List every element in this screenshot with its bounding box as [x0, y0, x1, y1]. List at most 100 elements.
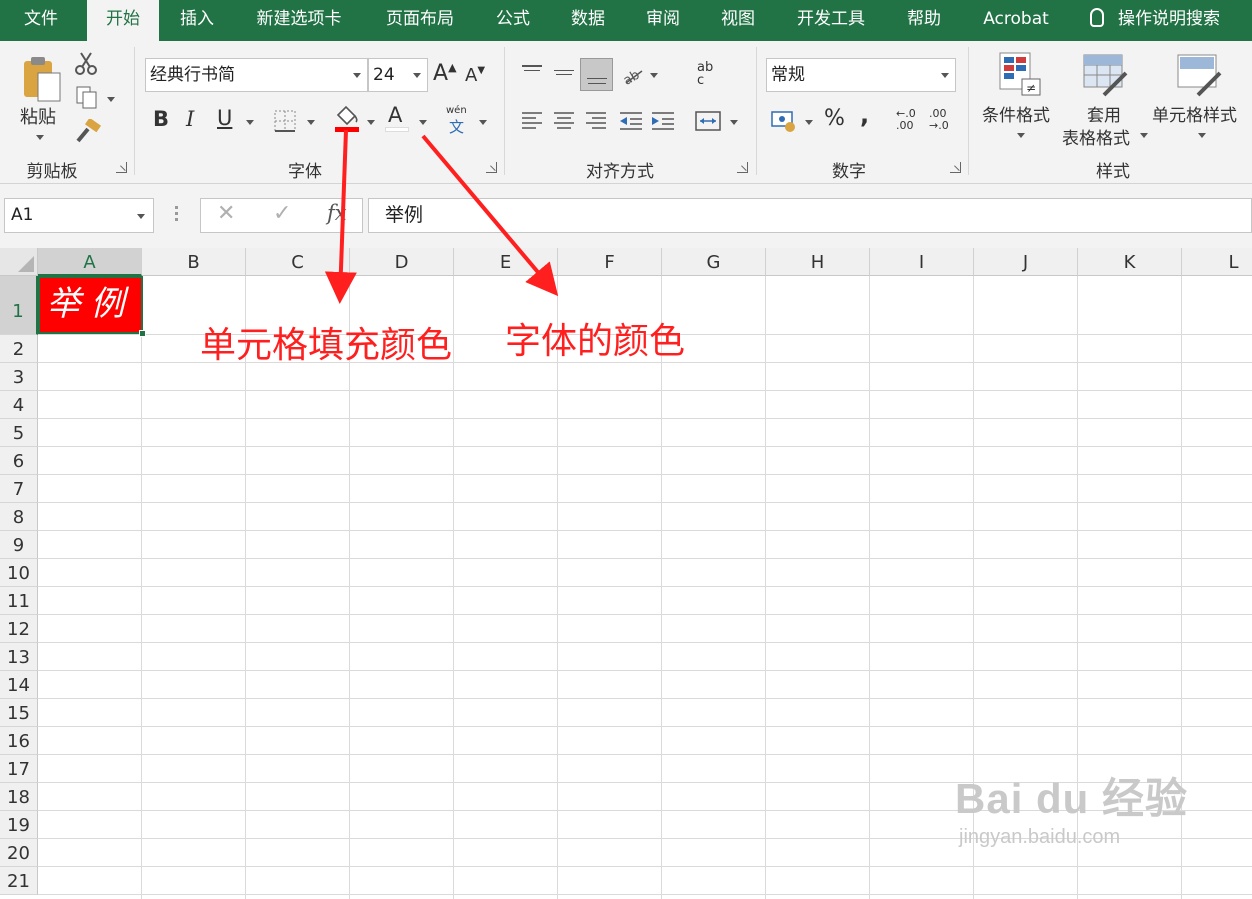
chevron-down-icon[interactable]: [246, 120, 254, 125]
font-size-select[interactable]: 24: [368, 58, 428, 92]
align-center-icon[interactable]: [552, 109, 576, 133]
select-all-button[interactable]: [0, 248, 38, 276]
row-header-1[interactable]: 1: [0, 276, 38, 335]
tab-review[interactable]: 审阅: [633, 0, 693, 41]
row-header-21[interactable]: 21: [0, 867, 38, 895]
comma-style-button[interactable]: ,: [860, 101, 869, 129]
chevron-down-icon[interactable]: [805, 120, 813, 125]
column-header-a[interactable]: A: [38, 248, 142, 276]
tab-view[interactable]: 视图: [708, 0, 768, 41]
decrease-decimal-button[interactable]: .00 →.0: [929, 108, 955, 132]
align-top-icon[interactable]: [518, 59, 550, 91]
dialog-launcher-icon[interactable]: [486, 162, 497, 173]
tab-acrobat[interactable]: Acrobat: [970, 0, 1062, 41]
borders-icon[interactable]: [273, 109, 297, 133]
align-right-icon[interactable]: [584, 109, 608, 133]
row-header-4[interactable]: 4: [0, 391, 38, 419]
increase-indent-icon[interactable]: [650, 109, 676, 133]
row-header-16[interactable]: 16: [0, 727, 38, 755]
name-box[interactable]: A1: [4, 198, 154, 233]
grow-font-button[interactable]: A▲: [433, 61, 457, 86]
column-header-d[interactable]: D: [350, 248, 454, 276]
tab-home[interactable]: 开始: [87, 0, 159, 41]
column-header-i[interactable]: I: [870, 248, 974, 276]
row-header-12[interactable]: 12: [0, 615, 38, 643]
wrap-text-button[interactable]: ab c: [697, 61, 723, 91]
align-middle-icon[interactable]: [550, 59, 582, 91]
increase-decimal-button[interactable]: ←.0 .00: [896, 108, 922, 132]
align-bottom-icon[interactable]: [580, 58, 613, 91]
chevron-down-icon[interactable]: [419, 120, 427, 125]
font-color-button[interactable]: A: [385, 103, 411, 135]
accounting-format-icon[interactable]: [770, 109, 798, 133]
formula-bar-grip-icon[interactable]: [175, 206, 179, 224]
column-header-h[interactable]: H: [766, 248, 870, 276]
tab-insert[interactable]: 插入: [164, 0, 230, 41]
copy-icon[interactable]: [75, 85, 101, 111]
underline-button[interactable]: U: [217, 106, 232, 130]
chevron-down-icon[interactable]: [367, 120, 375, 125]
phonetic-guide-button[interactable]: wén 文: [446, 105, 472, 136]
column-header-b[interactable]: B: [142, 248, 246, 276]
formula-input[interactable]: 举例: [368, 198, 1252, 233]
number-format-select[interactable]: 常规: [766, 58, 956, 92]
cell-a1[interactable]: 举例: [38, 276, 146, 337]
bold-button[interactable]: B: [153, 107, 169, 131]
tab-formulas[interactable]: 公式: [484, 0, 542, 41]
orientation-icon[interactable]: ab: [620, 63, 646, 87]
chevron-down-icon[interactable]: [307, 120, 315, 125]
format-painter-icon[interactable]: [74, 119, 102, 145]
row-header-5[interactable]: 5: [0, 419, 38, 447]
fill-handle[interactable]: [139, 330, 146, 337]
scissors-icon[interactable]: [73, 51, 99, 77]
row-header-10[interactable]: 10: [0, 559, 38, 587]
chevron-down-icon[interactable]: [479, 120, 487, 125]
format-as-table-button[interactable]: 套用 表格格式: [1062, 49, 1148, 149]
tell-me-search[interactable]: 操作说明搜索: [1090, 0, 1220, 41]
column-header-g[interactable]: G: [662, 248, 766, 276]
chevron-down-icon[interactable]: [730, 120, 738, 125]
italic-button[interactable]: I: [186, 107, 194, 131]
percent-style-button[interactable]: %: [824, 106, 845, 131]
row-header-3[interactable]: 3: [0, 363, 38, 391]
row-header-6[interactable]: 6: [0, 447, 38, 475]
row-header-17[interactable]: 17: [0, 755, 38, 783]
font-name-select[interactable]: 经典行书简: [145, 58, 368, 92]
dialog-launcher-icon[interactable]: [116, 162, 127, 173]
column-header-e[interactable]: E: [454, 248, 558, 276]
tab-file[interactable]: 文件: [0, 0, 82, 41]
row-header-18[interactable]: 18: [0, 783, 38, 811]
cancel-icon[interactable]: ✕: [217, 201, 235, 226]
shrink-font-button[interactable]: A▼: [465, 65, 485, 86]
row-header-20[interactable]: 20: [0, 839, 38, 867]
column-header-j[interactable]: J: [974, 248, 1078, 276]
tab-new-tab[interactable]: 新建选项卡: [243, 0, 355, 41]
row-header-19[interactable]: 19: [0, 811, 38, 839]
dialog-launcher-icon[interactable]: [737, 162, 748, 173]
column-header-c[interactable]: C: [246, 248, 350, 276]
tab-data[interactable]: 数据: [558, 0, 618, 41]
row-header-9[interactable]: 9: [0, 531, 38, 559]
paste-button[interactable]: 粘贴: [14, 49, 66, 147]
tab-developer[interactable]: 开发工具: [784, 0, 878, 41]
row-header-11[interactable]: 11: [0, 587, 38, 615]
cell-styles-button[interactable]: 单元格样式: [1152, 49, 1248, 149]
column-header-f[interactable]: F: [558, 248, 662, 276]
merge-center-icon[interactable]: [694, 109, 722, 133]
row-header-13[interactable]: 13: [0, 643, 38, 671]
decrease-indent-icon[interactable]: [618, 109, 644, 133]
column-header-k[interactable]: K: [1078, 248, 1182, 276]
insert-function-icon[interactable]: fx: [327, 201, 347, 225]
enter-icon[interactable]: ✓: [273, 201, 291, 226]
row-header-8[interactable]: 8: [0, 503, 38, 531]
row-header-7[interactable]: 7: [0, 475, 38, 503]
row-header-15[interactable]: 15: [0, 699, 38, 727]
fill-color-button[interactable]: [333, 105, 361, 135]
dialog-launcher-icon[interactable]: [950, 162, 961, 173]
tab-help[interactable]: 帮助: [894, 0, 954, 41]
align-left-icon[interactable]: [520, 109, 544, 133]
chevron-down-icon[interactable]: [650, 73, 658, 78]
row-header-2[interactable]: 2: [0, 335, 38, 363]
tab-page-layout[interactable]: 页面布局: [374, 0, 466, 41]
conditional-formatting-button[interactable]: ≠ 条件格式: [980, 49, 1060, 149]
